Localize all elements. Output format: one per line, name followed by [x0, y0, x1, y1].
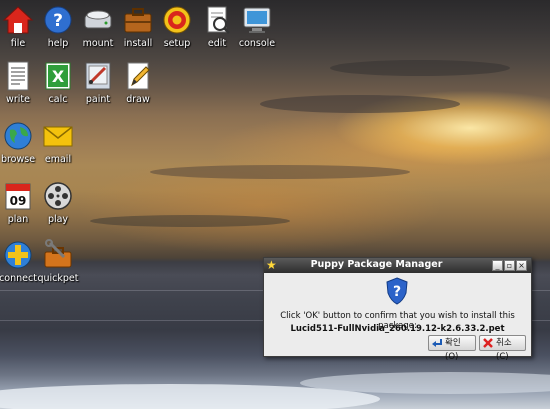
desktop-icon-email[interactable]: email	[30, 120, 86, 165]
package-manager-dialog: ★ Puppy Package Manager _ ▫ × ? Click 'O…	[263, 257, 532, 362]
ok-button-label: 확인(O)	[445, 338, 461, 362]
maximize-button[interactable]: ▫	[504, 260, 515, 271]
icon-label: quickpet	[37, 273, 79, 284]
desktop-icon-console[interactable]: console	[229, 4, 285, 49]
close-button[interactable]: ×	[516, 260, 527, 271]
film-reel-icon	[42, 180, 74, 212]
cloud-shape	[150, 165, 410, 179]
question-shield-icon: ?	[385, 277, 409, 305]
toolbox-icon	[42, 239, 74, 271]
icon-label: email	[44, 154, 72, 165]
svg-text:X: X	[52, 67, 65, 86]
draw-pencil-icon	[122, 60, 154, 92]
cloud-shape	[330, 60, 510, 76]
svg-text:?: ?	[53, 11, 63, 31]
svg-text:?: ?	[393, 284, 401, 300]
cancel-button[interactable]: 취소(C)	[479, 335, 526, 362]
envelope-icon	[42, 120, 74, 152]
cancel-x-icon	[482, 337, 494, 349]
minimize-button[interactable]: _	[492, 260, 503, 271]
desktop-icon-play[interactable]: play	[30, 180, 86, 225]
icon-label: draw	[126, 94, 150, 105]
dialog-titlebar[interactable]: ★ Puppy Package Manager _ ▫ ×	[264, 258, 531, 273]
ok-button[interactable]: 확인(O)	[428, 335, 476, 362]
package-name: Lucid511-FullNvidia_260.19.12-k2.6.33.2.…	[290, 324, 505, 334]
dialog-title: Puppy Package Manager	[310, 259, 443, 270]
desktop-icon-quickpet[interactable]: quickpet	[30, 239, 86, 284]
cloud-shape	[90, 215, 290, 227]
cloud-shape	[260, 95, 460, 113]
desktop-icon-draw[interactable]: draw	[110, 60, 166, 105]
ok-arrow-icon	[431, 337, 443, 349]
monitor-icon	[241, 4, 273, 36]
calendar-day-text: 09	[10, 194, 27, 208]
icon-label: play	[47, 214, 69, 225]
icon-label: console	[238, 38, 276, 49]
